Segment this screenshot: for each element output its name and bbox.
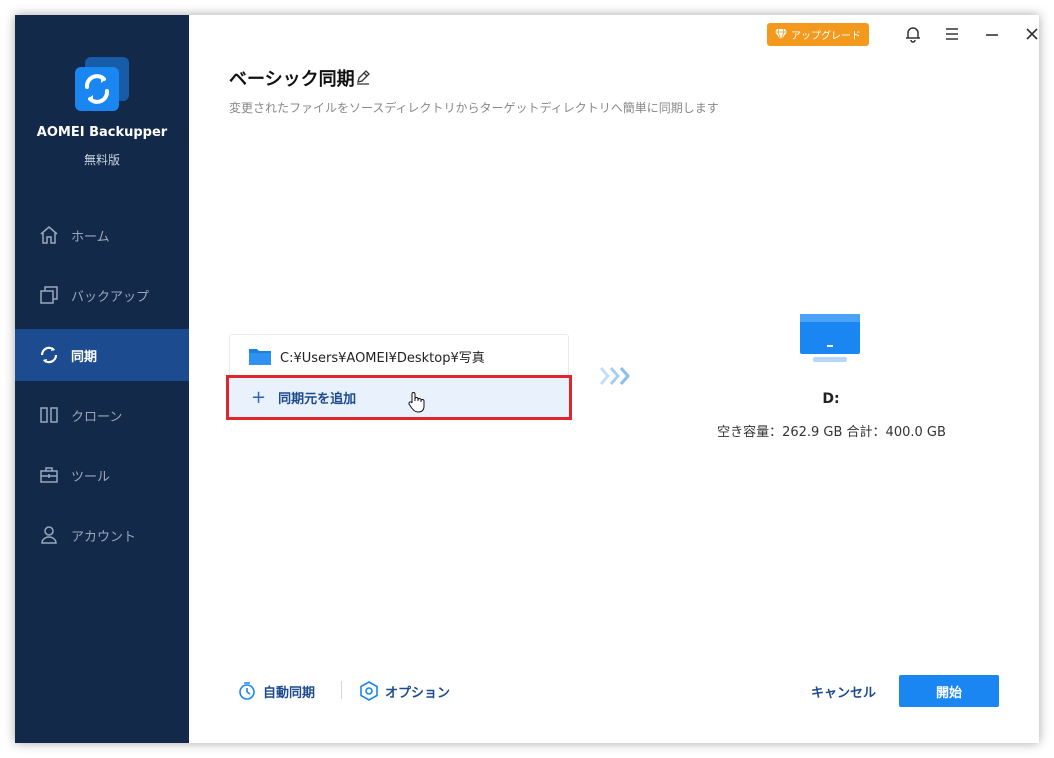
- sidebar-item-clone[interactable]: クローン: [15, 389, 189, 441]
- auto-sync-label: 自動同期: [263, 685, 316, 701]
- upgrade-label: アップグレード: [791, 31, 861, 42]
- start-button[interactable]: 開始: [899, 675, 999, 707]
- add-source-label: 同期元を追加: [278, 392, 357, 407]
- page-title: ベーシック同期: [229, 69, 355, 90]
- main-panel: アップグレード ベーシック同期 変更されたファイルをソースディレクトリからターゲ…: [189, 15, 1039, 743]
- minimize-icon[interactable]: [983, 25, 1001, 43]
- options-gear-icon: [360, 681, 378, 701]
- sidebar-item-label: クローン: [71, 409, 123, 425]
- tools-icon: [40, 467, 58, 483]
- sidebar-item-label: 同期: [71, 349, 98, 365]
- bell-icon[interactable]: [904, 25, 922, 43]
- source-item[interactable]: C:¥Users¥AOMEI¥Desktop¥写真: [248, 345, 485, 367]
- sidebar-item-tools[interactable]: ツール: [15, 449, 189, 501]
- sync-icon: [40, 346, 58, 364]
- edit-icon[interactable]: [355, 69, 371, 85]
- sidebar-item-label: ツール: [71, 469, 111, 485]
- app-window: AOMEI Backupper 無料版 ホーム バックアップ 同期 クローン ツ…: [15, 15, 1039, 743]
- monitor-icon: [800, 314, 860, 362]
- clone-icon: [40, 407, 58, 423]
- upgrade-button[interactable]: アップグレード: [767, 23, 869, 46]
- home-icon: [40, 226, 58, 244]
- source-path: C:¥Users¥AOMEI¥Desktop¥写真: [280, 350, 485, 366]
- options-button[interactable]: オプション: [359, 681, 450, 701]
- sidebar-item-sync[interactable]: 同期: [15, 329, 189, 381]
- auto-sync-button[interactable]: 自動同期: [237, 681, 315, 701]
- folder-icon: [249, 349, 271, 365]
- sync-direction-arrows-icon: [599, 367, 630, 385]
- timer-icon: [239, 682, 255, 700]
- sidebar-item-label: バックアップ: [71, 289, 150, 305]
- sidebar-item-backup[interactable]: バックアップ: [15, 269, 189, 321]
- sidebar: AOMEI Backupper 無料版 ホーム バックアップ 同期 クローン ツ…: [15, 15, 189, 743]
- options-label: オプション: [385, 685, 451, 701]
- sidebar-item-account[interactable]: アカウント: [15, 509, 189, 561]
- target-drive-space: 空き容量：262.9 GB 合計：400.0 GB: [717, 425, 946, 440]
- footer-divider: [341, 681, 342, 699]
- diamond-icon: [775, 29, 787, 40]
- app-edition: 無料版: [83, 153, 120, 167]
- sidebar-item-label: アカウント: [71, 529, 137, 545]
- app-logo-icon: [75, 57, 129, 111]
- sidebar-item-home[interactable]: ホーム: [15, 209, 189, 261]
- backup-icon: [40, 286, 58, 304]
- account-icon: [41, 526, 57, 544]
- page-subtitle: 変更されたファイルをソースディレクトリからターゲットディレクトリへ簡単に同期しま…: [229, 101, 719, 115]
- hand-cursor-icon: [408, 392, 425, 413]
- add-source-button[interactable]: + 同期元を追加: [226, 375, 572, 420]
- app-name: AOMEI Backupper: [36, 125, 168, 140]
- plus-icon: +: [251, 387, 267, 408]
- menu-icon[interactable]: [943, 25, 961, 43]
- cancel-button[interactable]: キャンセル: [811, 682, 876, 701]
- sidebar-item-label: ホーム: [71, 229, 110, 245]
- target-drive-label: D:: [822, 391, 840, 407]
- close-icon[interactable]: [1023, 25, 1039, 43]
